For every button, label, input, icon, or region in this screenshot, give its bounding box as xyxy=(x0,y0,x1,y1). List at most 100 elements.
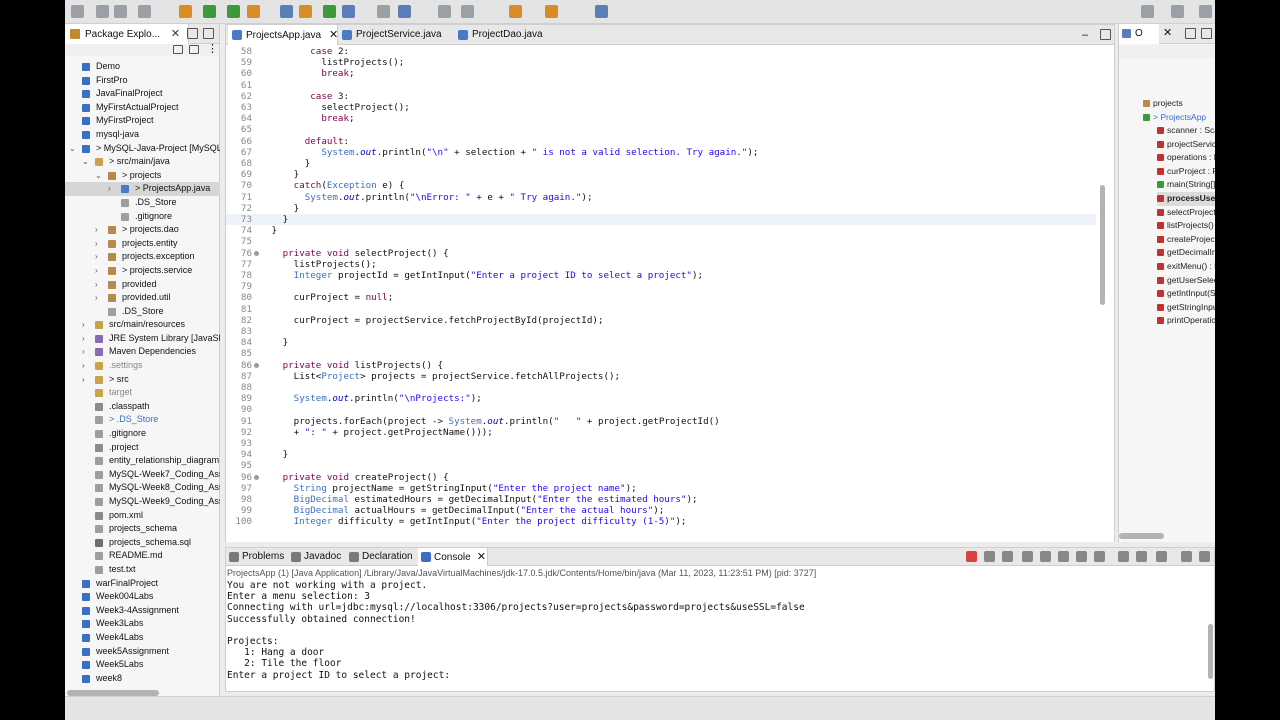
code-line[interactable]: 70 catch(Exception e) { xyxy=(226,180,1096,191)
tree-item[interactable]: README.md xyxy=(65,549,220,563)
bottom-tab[interactable]: Problems xyxy=(226,548,286,566)
new-file-icon[interactable] xyxy=(71,5,84,18)
code-line[interactable]: 86 private void listProjects() { xyxy=(226,360,1096,371)
open-type-icon[interactable] xyxy=(342,5,355,18)
chevron-down-icon[interactable]: ⌄ xyxy=(69,142,77,156)
outline-member[interactable]: scanner : Scanner xyxy=(1157,124,1215,138)
clear-console-icon[interactable] xyxy=(1022,551,1033,562)
chevron-right-icon[interactable]: › xyxy=(95,264,103,278)
open-perspective-icon[interactable] xyxy=(1171,5,1184,18)
code-line[interactable]: 71 System.out.println("\nError: " + e + … xyxy=(226,192,1096,203)
code-line[interactable]: 84 } xyxy=(226,337,1096,348)
remove-launch-icon[interactable] xyxy=(984,551,995,562)
code-line[interactable]: 93 xyxy=(226,438,1096,449)
tree-item[interactable]: › projects.exception xyxy=(65,250,220,264)
code-line[interactable]: 76 private void selectProject() { xyxy=(226,248,1096,259)
word-wrap-icon[interactable] xyxy=(1058,551,1069,562)
code-line[interactable]: 83 xyxy=(226,326,1096,337)
code-line[interactable]: 88 xyxy=(226,382,1096,393)
code-line[interactable]: 95 xyxy=(226,460,1096,471)
outline-member[interactable]: main(String[]) : void xyxy=(1157,178,1215,192)
outline-member[interactable]: projectService : ProjectService xyxy=(1157,138,1215,152)
tree-item[interactable]: .gitignore xyxy=(65,427,220,441)
link-with-editor-icon[interactable] xyxy=(189,45,199,54)
minimize-icon[interactable] xyxy=(1185,28,1196,39)
minimize-icon[interactable] xyxy=(187,28,198,39)
java-perspective-icon[interactable] xyxy=(1199,5,1212,18)
outline-member[interactable]: listProjects() : void xyxy=(1157,219,1215,233)
code-line[interactable]: 59 listProjects(); xyxy=(226,57,1096,68)
outline-member[interactable]: exitMenu() : boolean xyxy=(1157,260,1215,274)
new-java-project-icon[interactable] xyxy=(280,5,293,18)
code-line[interactable]: 87 List<Project> projects = projectServi… xyxy=(226,371,1096,382)
editor-tab[interactable]: ProjectService.java xyxy=(338,25,454,45)
code-line[interactable]: 67 System.out.println("\n" + selection +… xyxy=(226,147,1096,158)
tree-item[interactable]: MySQL-Week9_Coding_Assignment xyxy=(65,495,220,509)
tree-item[interactable]: Week5Labs xyxy=(65,658,220,672)
outline-class[interactable]: > ProjectsApp xyxy=(1143,111,1206,125)
tree-item[interactable]: pom.xml xyxy=(65,509,220,523)
code-line[interactable]: 98 BigDecimal estimatedHours = getDecima… xyxy=(226,494,1096,505)
code-line[interactable]: 74 } xyxy=(226,225,1096,236)
tree-item[interactable]: FirstPro xyxy=(65,74,220,88)
tree-item[interactable]: Week4Labs xyxy=(65,631,220,645)
collapse-all-icon[interactable] xyxy=(173,45,183,54)
chevron-right-icon[interactable]: › xyxy=(108,182,116,196)
forward-icon[interactable] xyxy=(545,5,558,18)
tree-item[interactable]: ⌄ > projects xyxy=(65,169,220,183)
code-line[interactable]: 78 Integer projectId = getIntInput("Ente… xyxy=(226,270,1096,281)
new-package-icon[interactable] xyxy=(299,5,312,18)
tree-item[interactable]: .gitignore xyxy=(65,210,220,224)
tree-item[interactable]: MySQL-Week8_Coding_Assignment xyxy=(65,481,220,495)
print-icon[interactable] xyxy=(138,5,151,18)
outline-member[interactable]: getIntInput(String) xyxy=(1157,287,1215,301)
tree-item[interactable]: › > projects.dao xyxy=(65,223,220,237)
package-explorer-tab[interactable]: Package Explo... ✕ xyxy=(65,24,190,44)
code-line[interactable]: 72 } xyxy=(226,203,1096,214)
editor-tab[interactable]: ProjectsApp.java ✕ xyxy=(228,25,338,45)
code-line[interactable]: 100 Integer difficulty = getIntInput("En… xyxy=(226,516,1096,527)
code-line[interactable]: 94 } xyxy=(226,449,1096,460)
code-line[interactable]: 91 projects.forEach(project -> System.ou… xyxy=(226,416,1096,427)
tree-item[interactable]: MySQL-Week7_Coding_Assignment xyxy=(65,468,220,482)
pin-console-icon[interactable] xyxy=(1118,551,1129,562)
chevron-right-icon[interactable]: › xyxy=(82,345,90,359)
tree-item[interactable]: MyFirstActualProject xyxy=(65,101,220,115)
code-line[interactable]: 64 break; xyxy=(226,113,1096,124)
outline-member[interactable]: curProject : Project xyxy=(1157,165,1215,179)
view-menu-icon[interactable]: ⋮ xyxy=(207,42,218,55)
code-line[interactable]: 58 case 2: xyxy=(226,46,1096,57)
tree-item[interactable]: .DS_Store xyxy=(65,305,220,319)
outline-member[interactable]: createProject() : void xyxy=(1157,233,1215,247)
tree-item[interactable]: .project xyxy=(65,441,220,455)
tree-item[interactable]: test.txt xyxy=(65,563,220,577)
tree-item[interactable]: MyFirstProject xyxy=(65,114,220,128)
chevron-right-icon[interactable]: › xyxy=(82,359,90,373)
bottom-tab[interactable]: Javadoc xyxy=(288,548,344,566)
tree-item[interactable]: › .settings xyxy=(65,359,220,373)
code-line[interactable]: 60 break; xyxy=(226,68,1096,79)
editor-scrollbar[interactable] xyxy=(1100,185,1105,305)
code-line[interactable]: 62 case 3: xyxy=(226,91,1096,102)
outline-package[interactable]: projects xyxy=(1143,97,1183,111)
tree-item[interactable]: Week3-4Assignment xyxy=(65,604,220,618)
chevron-right-icon[interactable]: › xyxy=(82,332,90,346)
code-line[interactable]: 69 } xyxy=(226,169,1096,180)
tree-item[interactable]: › src/main/resources xyxy=(65,318,220,332)
save-all-icon[interactable] xyxy=(114,5,127,18)
back-icon[interactable] xyxy=(509,5,522,18)
chevron-right-icon[interactable]: › xyxy=(95,250,103,264)
tree-item[interactable]: › JRE System Library [JavaSE-17] xyxy=(65,332,220,346)
search-icon[interactable] xyxy=(377,5,390,18)
console-output[interactable]: You are not working with a project. Enter… xyxy=(227,580,1202,688)
code-line[interactable]: 92 + ": " + project.getProjectName())); xyxy=(226,427,1096,438)
outline-member[interactable]: getDecimalInput(String) xyxy=(1157,246,1215,260)
outline-member[interactable]: selectProject() : void xyxy=(1157,206,1215,220)
bottom-tab[interactable]: Console ✕ xyxy=(418,548,488,566)
chevron-right-icon[interactable]: › xyxy=(82,318,90,332)
code-line[interactable]: 89 System.out.println("\nProjects:"); xyxy=(226,393,1096,404)
tree-item[interactable]: › provided xyxy=(65,278,220,292)
annotation-icon[interactable] xyxy=(398,5,411,18)
code-line[interactable]: 96 private void createProject() { xyxy=(226,472,1096,483)
code-line[interactable]: 79 xyxy=(226,281,1096,292)
